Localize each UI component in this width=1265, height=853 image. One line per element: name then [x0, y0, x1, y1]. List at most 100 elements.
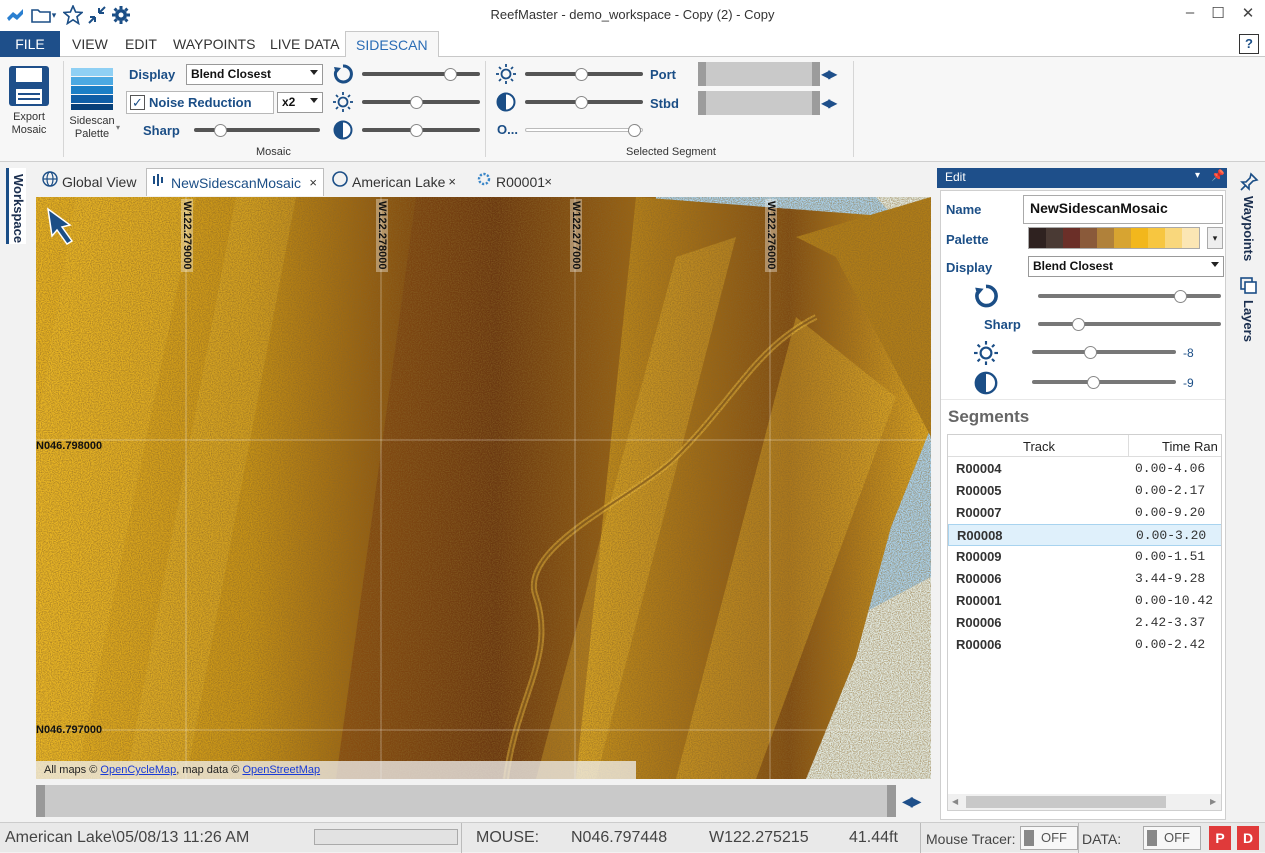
document-tabs: Global View NewSidescanMosaic × American… [36, 168, 931, 196]
minimize-button[interactable]: – [1175, 4, 1205, 26]
segment-track: R00001 [956, 593, 1002, 608]
close-window-button[interactable]: ✕ [1233, 4, 1263, 26]
display-select-value: Blend Closest [191, 67, 272, 81]
noise-factor-select[interactable]: x2 [277, 92, 323, 113]
port-range-bar[interactable] [698, 62, 820, 86]
close-tab-icon[interactable]: × [448, 168, 456, 196]
tab-american-lake[interactable]: American Lake × [328, 168, 462, 196]
p-button[interactable]: P [1209, 826, 1231, 850]
segment-row[interactable]: R00008 0.00-3.20 [948, 524, 1221, 546]
palette-dropdown-icon[interactable]: ▾ [1207, 227, 1223, 249]
edit-contrast-icon [974, 371, 998, 399]
tab-edit[interactable]: EDIT [115, 31, 167, 57]
segment-row[interactable]: R00006 3.44-9.28 [948, 568, 1221, 590]
close-tab-icon[interactable]: × [309, 169, 317, 197]
stbd-step-arrows-icon[interactable]: ◀▶ [821, 96, 838, 110]
stbd-label: Stbd [650, 96, 679, 111]
edit-brightness-icon [974, 341, 998, 369]
segment-brightness-slider[interactable] [525, 68, 643, 81]
segment-row[interactable]: R00006 0.00-2.42 [948, 634, 1221, 656]
openstreetmap-link[interactable]: OpenStreetMap [242, 764, 320, 776]
segments-hscrollbar[interactable]: ◀ ▶ [948, 794, 1221, 810]
port-step-arrows-icon[interactable]: ◀▶ [821, 67, 838, 81]
tab-sidescan[interactable]: SIDESCAN [345, 31, 439, 58]
lon-label: W122.276000 [765, 199, 777, 272]
palette-color-swatch [1131, 228, 1148, 248]
pin-icon[interactable]: 📌 [1211, 169, 1225, 182]
col-track[interactable]: Track [1023, 439, 1055, 454]
layers-label: Layers [1241, 300, 1256, 342]
noise-factor-value: x2 [282, 95, 296, 109]
segment-row[interactable]: R00005 0.00-2.17 [948, 480, 1221, 502]
segment-track: R00004 [956, 461, 1002, 476]
segment-time: 0.00-2.17 [1135, 483, 1206, 498]
segment-time: 0.00-4.06 [1135, 461, 1206, 476]
edit-rotate-slider[interactable] [1038, 290, 1221, 303]
segment-brightness-icon [496, 64, 516, 88]
help-button[interactable]: ? [1239, 34, 1259, 54]
palette-dropdown-icon[interactable]: ▾ [116, 123, 120, 132]
export-label-1: Export [13, 111, 45, 123]
tab-waypoints[interactable]: WAYPOINTS [163, 31, 265, 57]
rotate-slider[interactable] [362, 68, 480, 81]
edit-contrast-value: -9 [1183, 376, 1194, 390]
ribbon-sidescan: Export Mosaic Sidescan Palette ▾ Display… [0, 57, 1265, 162]
map-step-arrows-icon[interactable]: ◀▶ [902, 793, 921, 810]
opacity-label: O... [497, 122, 518, 137]
sidescan-map[interactable]: W122.279000 W122.278000 W122.277000 W122… [36, 197, 931, 779]
maximize-button[interactable]: ☐ [1203, 4, 1233, 26]
segment-row[interactable]: R00001 0.00-10.42 [948, 590, 1221, 612]
segment-time: 2.42-3.37 [1135, 615, 1206, 630]
tab-r00001-label: R00001 [496, 174, 546, 190]
segment-row[interactable]: R00007 0.00-9.20 [948, 502, 1221, 524]
contrast-slider[interactable] [362, 124, 480, 137]
palette-color-swatch [1063, 228, 1080, 248]
noise-checkbox[interactable]: ✓ [130, 95, 145, 110]
noise-reduction-toggle[interactable]: ✓ Noise Reduction [126, 91, 274, 114]
palette-select[interactable] [1028, 227, 1200, 249]
sidescan-icon [151, 170, 167, 198]
close-tab-icon[interactable]: × [544, 168, 552, 196]
segment-row[interactable]: R00006 2.42-3.37 [948, 612, 1221, 634]
lat-label: N046.797000 [36, 724, 103, 736]
segment-contrast-slider[interactable] [525, 96, 643, 109]
tab-r00001[interactable]: R00001 × [472, 168, 558, 196]
map-range-scrollbar[interactable] [36, 785, 896, 817]
sharp-slider[interactable] [194, 124, 320, 137]
palette-color-swatch [1114, 228, 1131, 248]
ribbon-separator [853, 61, 854, 157]
segment-time: 3.44-9.28 [1135, 571, 1206, 586]
credits-prefix: All maps © [44, 764, 101, 776]
palette-color-swatch [1080, 228, 1097, 248]
data-toggle[interactable]: OFF [1143, 826, 1201, 850]
mouse-tracer-toggle[interactable]: OFF [1020, 826, 1078, 850]
edit-contrast-slider[interactable] [1032, 376, 1176, 389]
tab-file[interactable]: FILE [0, 31, 60, 57]
mosaic-group-label: Mosaic [256, 146, 291, 158]
segment-row[interactable]: R00004 0.00-4.06 [948, 458, 1221, 480]
segment-opacity-slider[interactable] [525, 124, 643, 137]
tab-new-sidescan-mosaic[interactable]: NewSidescanMosaic × [146, 168, 324, 196]
tab-live-data[interactable]: LIVE DATA [260, 31, 350, 57]
stbd-range-bar[interactable] [698, 91, 820, 115]
export-mosaic-button[interactable]: Export Mosaic [6, 65, 52, 137]
opencyclemap-link[interactable]: OpenCycleMap [100, 764, 176, 776]
gear-icon [476, 169, 492, 197]
edit-brightness-slider[interactable] [1032, 346, 1176, 359]
tab-view[interactable]: VIEW [62, 31, 118, 57]
d-button[interactable]: D [1237, 826, 1259, 850]
workspace-tab[interactable]: Workspace [6, 168, 26, 244]
edit-display-select[interactable]: Blend Closest [1028, 256, 1224, 277]
brightness-slider[interactable] [362, 96, 480, 109]
edit-sharp-slider[interactable] [1038, 318, 1221, 331]
sidescan-palette-button[interactable]: Sidescan Palette [68, 67, 116, 141]
display-select[interactable]: Blend Closest [186, 64, 323, 85]
mouse-lat: N046.797448 [571, 829, 668, 846]
panel-menu-icon[interactable]: ▾ [1195, 170, 1200, 181]
mouse-depth: 41.44ft [849, 829, 898, 846]
col-time-range[interactable]: Time Ran [1162, 439, 1218, 454]
tab-global-view[interactable]: Global View [38, 168, 144, 196]
segment-time: 0.00-9.20 [1135, 505, 1206, 520]
segment-row[interactable]: R00009 0.00-1.51 [948, 546, 1221, 568]
name-field[interactable]: NewSidescanMosaic [1023, 195, 1223, 224]
